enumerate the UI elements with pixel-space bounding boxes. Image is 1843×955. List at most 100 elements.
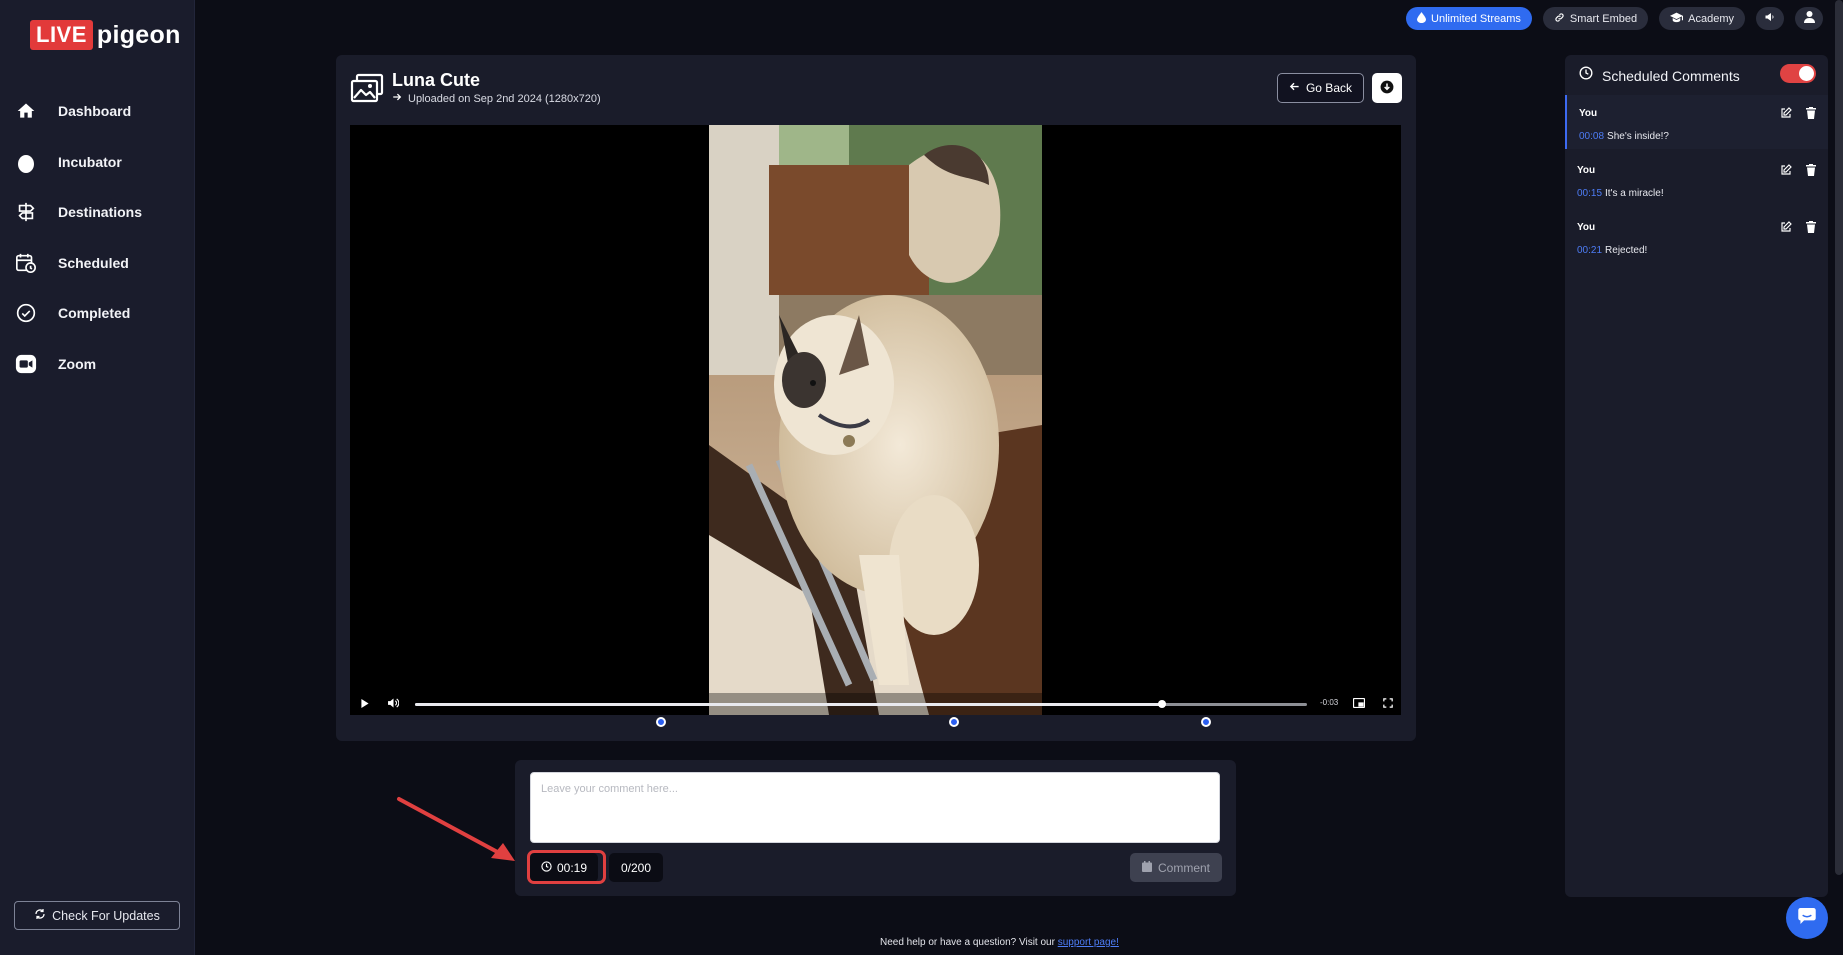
sidebar-item-zoom[interactable]: Zoom <box>0 339 195 390</box>
help-footer: Need help or have a question? Visit our … <box>880 937 1119 948</box>
scheduled-comments-header: Scheduled Comments <box>1579 66 1740 85</box>
play-button[interactable] <box>350 693 380 715</box>
volume-icon <box>387 695 399 713</box>
top-bar: Unlimited Streams Smart Embed Academy <box>1406 7 1823 30</box>
comment-time[interactable]: 00:15 <box>1577 188 1602 199</box>
clock-icon <box>1579 66 1593 85</box>
picture-in-picture-button[interactable] <box>1344 693 1374 715</box>
sidebar-item-label: Scheduled <box>58 254 129 271</box>
scheduled-comments-title: Scheduled Comments <box>1602 67 1740 84</box>
scheduled-comment-item[interactable]: You 00:15 It's a miracle! <box>1565 152 1828 206</box>
sidebar: LIVE pigeon Dashboard Incubator Destinat… <box>0 0 195 955</box>
go-back-label: Go Back <box>1305 81 1352 95</box>
sidebar-item-completed[interactable]: Completed <box>0 288 195 339</box>
download-circle-icon <box>1380 80 1394 97</box>
sidebar-item-incubator[interactable]: Incubator <box>0 137 195 188</box>
comment-marker[interactable] <box>949 717 960 727</box>
announcements-button[interactable] <box>1756 7 1784 30</box>
comment-time[interactable]: 00:08 <box>1579 131 1604 142</box>
unlimited-streams-button[interactable]: Unlimited Streams <box>1406 7 1532 30</box>
check-for-updates-button[interactable]: Check For Updates <box>14 901 180 930</box>
calendar-clock-icon <box>14 251 38 275</box>
video-progress-fill <box>415 703 1162 706</box>
trash-icon[interactable] <box>1806 106 1820 120</box>
edit-icon[interactable] <box>1780 163 1794 177</box>
scheduled-comment-item[interactable]: You 00:21 Rejected! <box>1565 209 1828 263</box>
comment-author: You <box>1579 108 1598 119</box>
sidebar-item-label: Completed <box>58 305 131 322</box>
check-circle-icon <box>14 301 38 325</box>
check-for-updates-label: Check For Updates <box>52 908 160 923</box>
sidebar-item-scheduled[interactable]: Scheduled <box>0 238 195 289</box>
comment-author: You <box>1577 165 1596 176</box>
comment-submit-button[interactable]: Comment <box>1129 853 1222 882</box>
livepigeon-logo[interactable]: LIVE pigeon <box>30 18 181 52</box>
character-count: 0/200 <box>609 853 664 882</box>
trash-icon[interactable] <box>1806 163 1820 177</box>
calendar-icon <box>1141 860 1152 875</box>
video-title-block: Luna Cute Uploaded on Sep 2nd 2024 (1280… <box>392 69 601 105</box>
volume-button[interactable] <box>378 693 408 715</box>
edit-icon[interactable] <box>1780 220 1794 234</box>
signpost-icon <box>14 200 38 224</box>
egg-icon <box>14 150 38 174</box>
video-header: Luna Cute Uploaded on Sep 2nd 2024 (1280… <box>350 69 601 105</box>
annotation-arrow-icon <box>397 797 515 861</box>
comment-submit-label: Comment <box>1157 860 1210 875</box>
edit-icon[interactable] <box>1780 106 1794 120</box>
sidebar-item-label: Incubator <box>58 153 122 170</box>
trash-icon[interactable] <box>1806 220 1820 234</box>
fullscreen-button[interactable] <box>1373 693 1403 715</box>
comment-text: Rejected! <box>1605 245 1648 256</box>
scheduled-comments-toggle[interactable] <box>1780 64 1816 83</box>
support-page-link[interactable]: support page! <box>1058 937 1119 948</box>
comment-text: She's inside!? <box>1607 131 1669 142</box>
comment-line: 00:15 It's a miracle! <box>1577 188 1664 199</box>
comment-text: It's a miracle! <box>1605 188 1664 199</box>
download-button[interactable] <box>1372 73 1402 103</box>
scheduled-comment-item[interactable]: You 00:08 She's inside!? <box>1565 95 1828 149</box>
sidebar-item-label: Dashboard <box>58 103 132 120</box>
comment-marker[interactable] <box>656 717 667 727</box>
chat-icon <box>1798 907 1816 929</box>
comment-input[interactable] <box>530 772 1220 843</box>
play-icon <box>361 695 369 713</box>
comment-marker[interactable] <box>1200 717 1211 727</box>
video-player[interactable]: -0:03 <box>350 125 1401 715</box>
home-icon <box>14 99 38 123</box>
sidebar-item-destinations[interactable]: Destinations <box>0 187 195 238</box>
support-chat-button[interactable] <box>1786 897 1828 939</box>
images-icon <box>350 73 384 103</box>
academy-button[interactable]: Academy <box>1659 7 1745 30</box>
sidebar-item-dashboard[interactable]: Dashboard <box>0 86 195 137</box>
scheduled-comments-panel: Scheduled Comments You 00:08 She's inside… <box>1565 55 1828 897</box>
picture-in-picture-icon <box>1352 695 1366 713</box>
page-scrollbar[interactable] <box>1835 0 1843 875</box>
comment-composer: 00:19 0/200 Comment <box>515 760 1236 896</box>
help-text: Need help or have a question? Visit our <box>880 937 1058 948</box>
smart-embed-button[interactable]: Smart Embed <box>1542 7 1649 30</box>
go-back-button[interactable]: Go Back <box>1276 73 1364 103</box>
link-icon <box>1554 12 1565 26</box>
comment-timestamp-button[interactable]: 00:19 <box>530 853 599 882</box>
time-remaining: -0:03 <box>1320 698 1339 707</box>
user-icon <box>1803 11 1815 26</box>
comment-line: 00:21 Rejected! <box>1577 245 1647 256</box>
refresh-icon <box>34 908 46 923</box>
account-button[interactable] <box>1795 7 1823 30</box>
smart-embed-label: Smart Embed <box>1569 12 1638 25</box>
video-frame-image <box>709 125 1042 715</box>
fullscreen-icon <box>1383 695 1393 713</box>
sidebar-item-label: Zoom <box>58 355 97 372</box>
video-progress-bar[interactable] <box>415 700 1307 708</box>
upload-info: Uploaded on Sep 2nd 2024 (1280x720) <box>392 92 601 105</box>
video-title: Luna Cute <box>392 70 480 90</box>
comment-time[interactable]: 00:21 <box>1577 245 1602 256</box>
sidebar-nav: Dashboard Incubator Destinations Schedul… <box>0 86 195 389</box>
comment-author: You <box>1577 222 1596 233</box>
megaphone-icon <box>1764 11 1776 26</box>
clock-icon <box>541 860 552 875</box>
arrow-right-icon <box>392 92 402 105</box>
video-progress-thumb[interactable] <box>1157 700 1166 708</box>
academy-label: Academy <box>1688 12 1734 25</box>
